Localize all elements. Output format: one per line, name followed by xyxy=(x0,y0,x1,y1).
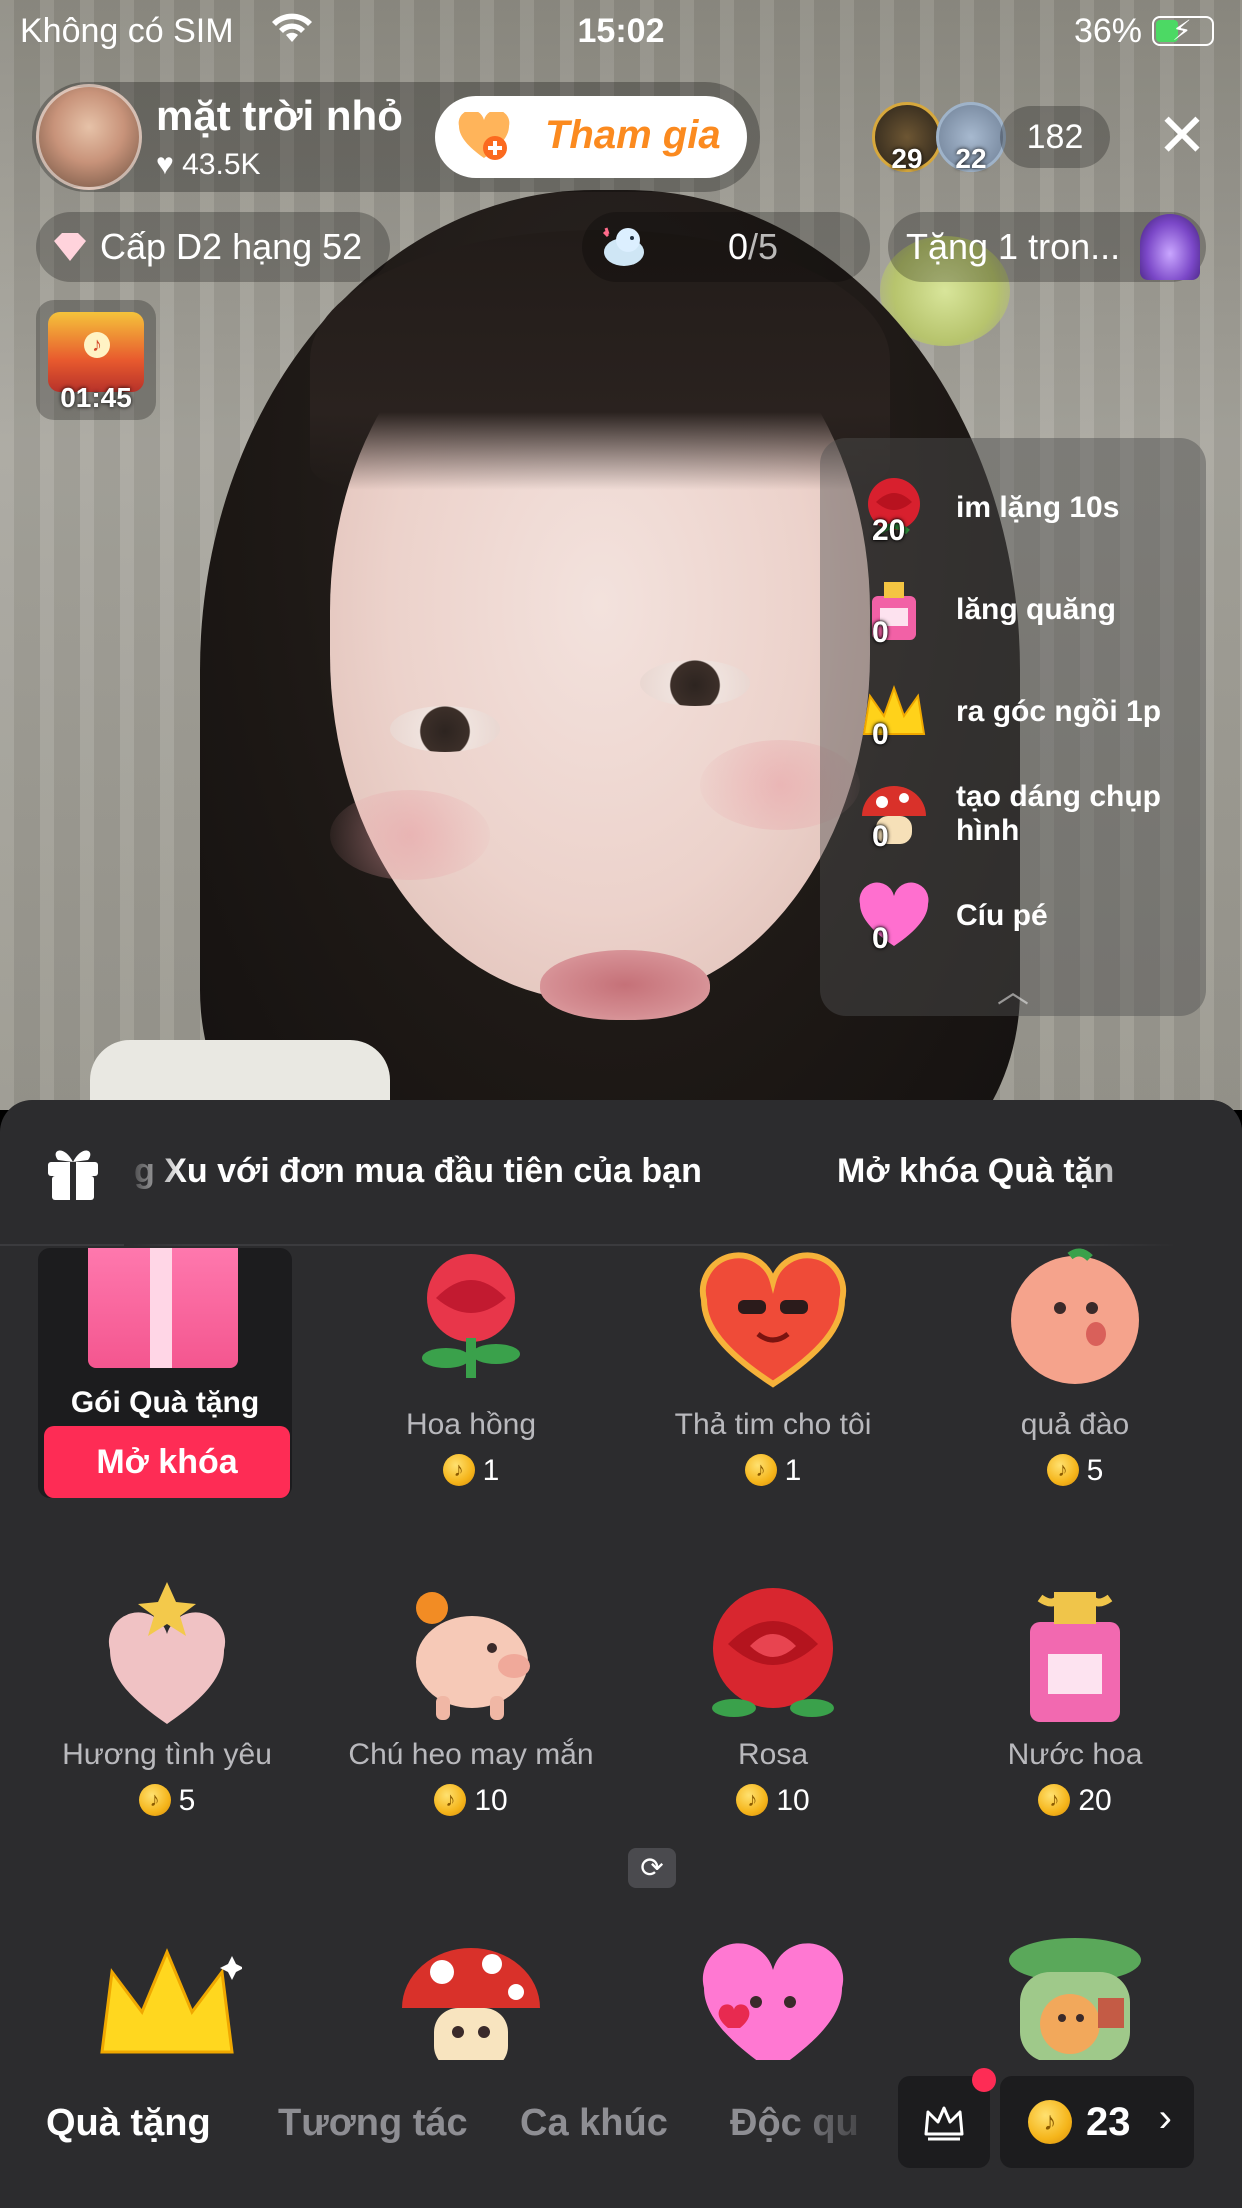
coin-icon xyxy=(138,1784,171,1816)
rose-icon xyxy=(422,1254,520,1378)
close-icon[interactable]: ✕ xyxy=(1152,106,1212,166)
host-avatar[interactable] xyxy=(36,84,142,190)
diamond-icon xyxy=(54,233,86,261)
gift-item[interactable]: Hoa hồng 1 xyxy=(320,1248,622,1578)
wish-item[interactable]: 0 ra góc ngồi 1p xyxy=(820,672,1206,762)
chevron-up-icon[interactable]: ︿ xyxy=(820,966,1206,1012)
coin-balance: 23 xyxy=(1086,2100,1131,2144)
clock-text: 15:02 xyxy=(577,12,665,50)
host-likes-count: 43.5K xyxy=(182,148,261,181)
gift-item[interactable]: Nước hoa 20 xyxy=(924,1578,1226,1908)
rank-chip[interactable]: Cấp D2 hạng 52 xyxy=(36,212,390,282)
gift-pack-title: Gói Quà tặng xyxy=(70,1386,260,1419)
wish-item[interactable]: 0 lăng quăng xyxy=(820,570,1206,660)
gift-item[interactable]: Chú heo may mắn 10 xyxy=(320,1578,622,1908)
streamer-lips xyxy=(540,950,710,1020)
goal-progress: 0/5 xyxy=(728,226,779,267)
gift-item[interactable]: quả đào 5 xyxy=(924,1248,1226,1578)
gift-name: Rosa xyxy=(737,1738,809,1771)
promo-message: g Xu với đơn mua đầu tiên của bạn xyxy=(134,1152,702,1190)
streamer-blush xyxy=(330,790,490,880)
join-button[interactable]: Tham gia xyxy=(435,96,747,178)
coin-icon xyxy=(1038,1784,1071,1816)
perfume-icon xyxy=(872,582,916,640)
gift-price: 20 xyxy=(924,1784,1226,1818)
coin-icon xyxy=(1028,2100,1072,2144)
gift-price: 10 xyxy=(622,1784,924,1818)
unlock-button[interactable]: Mở khóa xyxy=(44,1426,290,1498)
top-viewer-rank: 22 xyxy=(955,143,987,174)
portal-icon xyxy=(1140,214,1200,280)
host-likes: ♥ 43.5K xyxy=(156,148,261,182)
gift-price: 5 xyxy=(924,1454,1226,1488)
crown-icon xyxy=(924,2106,964,2141)
gift-price: 10 xyxy=(320,1784,622,1818)
chevron-right-icon: › xyxy=(1158,2096,1172,2140)
tab-gifts[interactable]: Quà tặng xyxy=(46,2102,211,2145)
gift-name: Thả tim cho tôi xyxy=(674,1408,872,1441)
streamer-eye xyxy=(640,660,750,706)
gift-item[interactable]: Hương tình yêu 5 xyxy=(16,1578,318,1908)
seal-icon xyxy=(602,227,644,266)
crown-icon xyxy=(862,685,926,735)
join-label: Tham gia xyxy=(545,113,721,157)
tab-songs[interactable]: Ca khúc xyxy=(520,2102,668,2145)
gift-price: 1 xyxy=(622,1454,924,1488)
streamer-eye xyxy=(390,706,500,752)
wish-item[interactable]: 20 im lặng 10s xyxy=(820,468,1206,558)
goal-chip[interactable]: 0/5 xyxy=(582,212,870,282)
host-name: mặt trời nhỏ xyxy=(156,92,403,139)
status-bar: Không có SIM 15:02 36% ⚡ xyxy=(0,0,1242,62)
gift-name: Hương tình yêu xyxy=(62,1738,272,1771)
tab-interact[interactable]: Tương tác xyxy=(278,2102,468,2145)
interactive-gift-icon: ⟳ xyxy=(628,1848,676,1888)
coin-icon xyxy=(744,1454,777,1486)
mushroom-icon xyxy=(862,786,926,844)
wish-item[interactable]: 0 tạo dáng chụp hình xyxy=(820,774,1206,864)
wish-list-panel[interactable]: 20 im lặng 10s 0 lăng quăng 0 ra góc ngồ… xyxy=(820,438,1206,1016)
heart-sunglasses-icon xyxy=(699,1252,847,1388)
heart-plus-icon xyxy=(458,112,510,160)
heart-icon xyxy=(859,882,929,946)
gift-name: quả đào xyxy=(1020,1408,1130,1441)
promo-banner[interactable]: g Xu với đơn mua đầu tiên của bạn Mở khó… xyxy=(0,1100,1242,1246)
promo-message-next: Mở khóa Quà tặn xyxy=(837,1152,1115,1190)
gift-sheet: g Xu với đơn mua đầu tiên của bạn Mở khó… xyxy=(0,1100,1242,2208)
rank-label: Cấp D2 hạng 52 xyxy=(100,226,363,267)
treasure-box[interactable]: ♪ 01:45 xyxy=(36,300,156,420)
gift-grid: Gói Quà tặng Hoa hồng 1 Thả tim cho tôi … xyxy=(0,1248,1242,2158)
gift-item[interactable]: Thả tim cho tôi 1 xyxy=(622,1248,924,1578)
notification-dot xyxy=(972,2068,996,2092)
gift-name: Hoa hồng xyxy=(405,1408,537,1441)
coin-balance-button[interactable]: 23 › xyxy=(1000,2076,1194,2168)
top-viewer-rank: 29 xyxy=(891,143,923,174)
pig-icon xyxy=(416,1592,530,1720)
top-viewer-avatar[interactable]: 29 xyxy=(872,102,942,174)
battery-icon: ⚡ xyxy=(1152,15,1214,46)
heart-perfume-icon xyxy=(108,1582,226,1724)
coin-icon xyxy=(1046,1454,1079,1486)
coin-icon xyxy=(434,1784,467,1816)
top-viewer-avatar[interactable]: 22 xyxy=(936,102,1006,174)
viewer-count[interactable]: 182 xyxy=(1000,106,1110,168)
gift-box-icon xyxy=(48,1150,98,1200)
battery-percent: 36% xyxy=(1073,12,1142,50)
perfume-icon xyxy=(1030,1592,1120,1722)
heart-icon: ♥ xyxy=(156,148,174,181)
treasure-chest-icon: ♪ xyxy=(48,312,144,392)
wish-item[interactable]: 0 Cíu pé xyxy=(820,876,1206,966)
gift-price: 5 xyxy=(16,1784,318,1818)
peach-icon xyxy=(1011,1248,1139,1384)
gift-name: Nước hoa xyxy=(1007,1738,1143,1771)
vip-button[interactable] xyxy=(898,2068,996,2168)
gift-name: Chú heo may mắn xyxy=(348,1738,594,1771)
gift-price: 1 xyxy=(320,1454,622,1488)
coin-icon xyxy=(736,1784,769,1816)
coin-icon xyxy=(442,1454,475,1486)
treasure-timer: 01:45 xyxy=(60,382,132,413)
rose-icon xyxy=(712,1588,834,1717)
gift-promo-chip[interactable]: Tặng 1 tron... xyxy=(888,212,1206,282)
gift-promo-label: Tặng 1 tron... xyxy=(906,226,1121,267)
